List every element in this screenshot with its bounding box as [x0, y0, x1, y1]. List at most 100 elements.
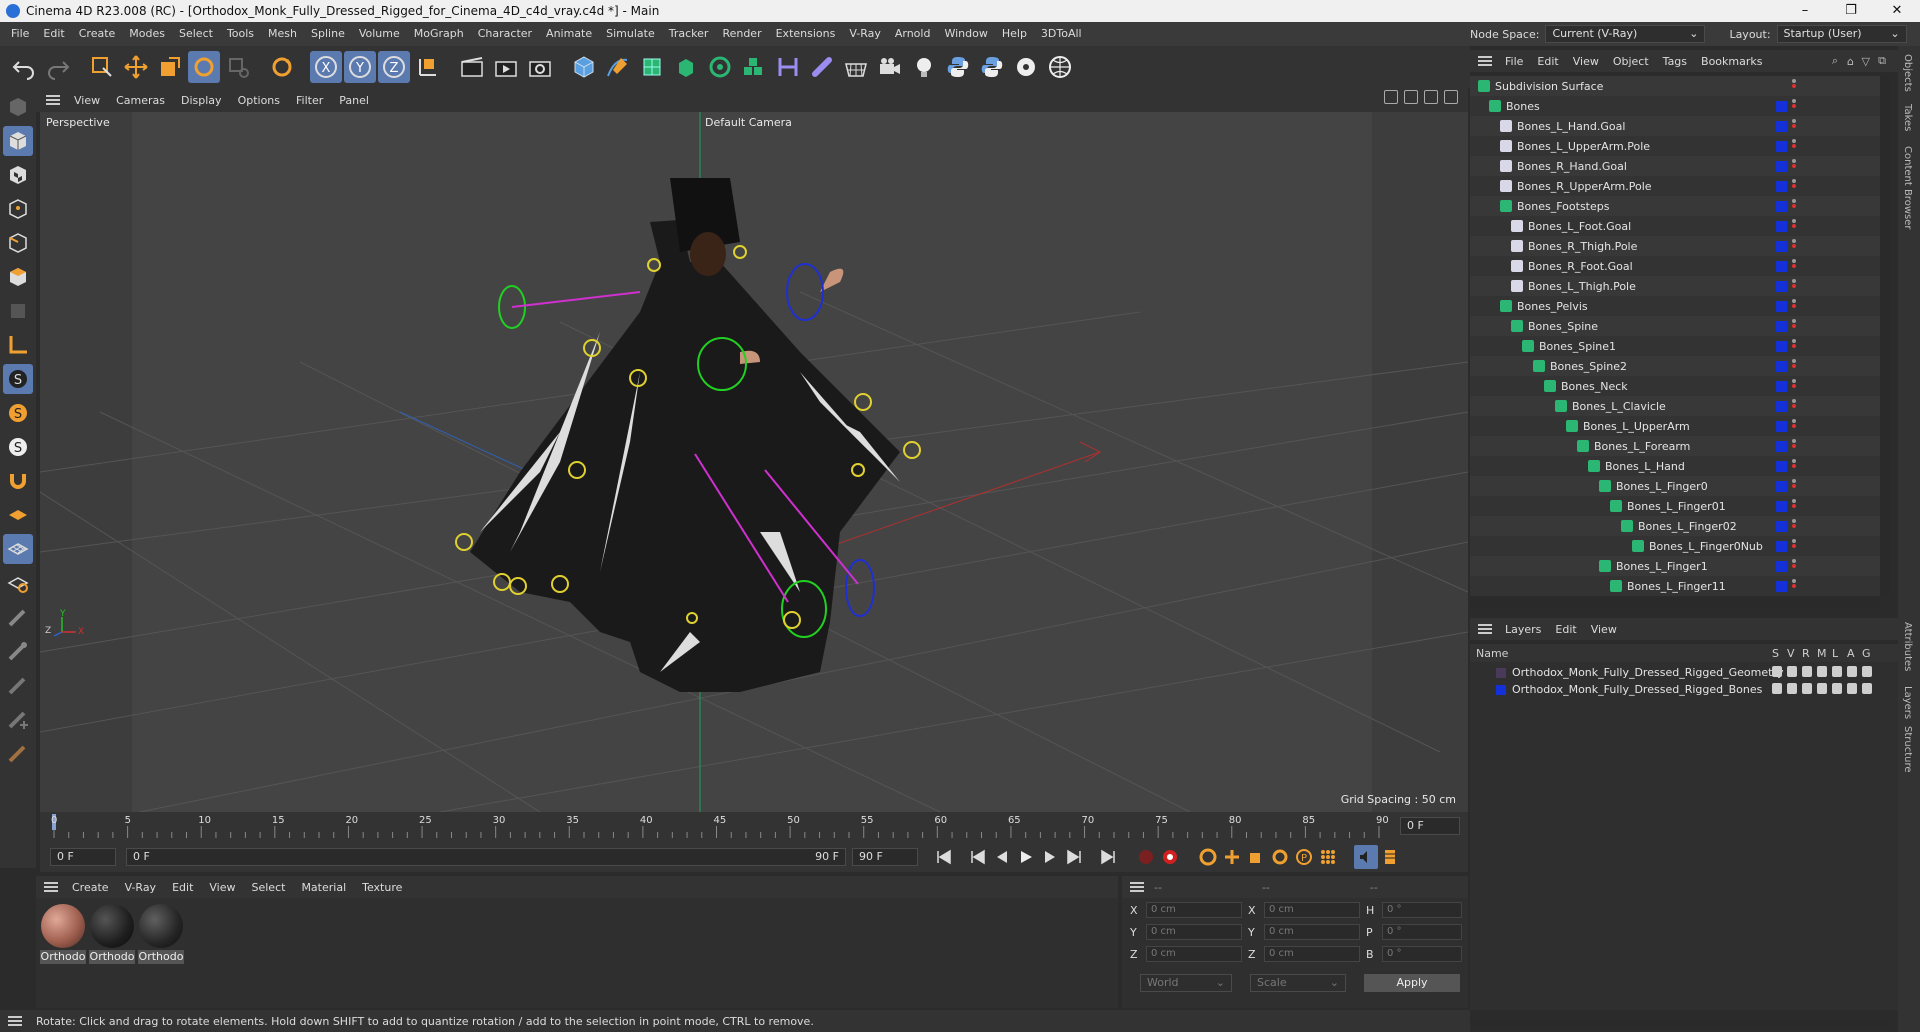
- visibility-dots[interactable]: [1792, 219, 1796, 233]
- visibility-dots[interactable]: [1792, 159, 1796, 173]
- python-script-button[interactable]: [942, 51, 974, 83]
- menu-animate[interactable]: Animate: [539, 22, 599, 46]
- active-camera-label[interactable]: Default Camera: [705, 116, 792, 129]
- keyframe-selection-button[interactable]: [1196, 845, 1220, 869]
- key-parameter-button[interactable]: P: [1292, 845, 1316, 869]
- layer-color-tag[interactable]: [1776, 261, 1787, 272]
- menu-tools[interactable]: Tools: [220, 22, 261, 46]
- layer-row[interactable]: Orthodox_Monk_Fully_Dressed_Rigged_Geome…: [1470, 664, 1898, 681]
- visibility-dots[interactable]: [1792, 79, 1796, 93]
- soft-selection-button[interactable]: [3, 466, 33, 496]
- light-button[interactable]: [908, 51, 940, 83]
- layer-color-tag[interactable]: [1776, 121, 1787, 132]
- visibility-dots[interactable]: [1792, 319, 1796, 333]
- eye-icon[interactable]: [1787, 666, 1797, 677]
- layer-row[interactable]: Orthodox_Monk_Fully_Dressed_Rigged_Bones: [1470, 681, 1898, 698]
- floor-button[interactable]: [840, 51, 872, 83]
- minimize-button[interactable]: –: [1782, 0, 1828, 22]
- layout-dropdown[interactable]: Startup (User) ⌄: [1776, 25, 1907, 43]
- object-menu-view[interactable]: View: [1566, 55, 1606, 68]
- generator-toggle[interactable]: [1862, 683, 1872, 694]
- tab-content-browser[interactable]: Content Browser: [1902, 146, 1913, 229]
- layer-color-tag[interactable]: [1776, 541, 1787, 552]
- y-axis-lock-button[interactable]: Y: [344, 51, 376, 83]
- weight-tool-button[interactable]: [3, 704, 33, 734]
- object-menu-tags[interactable]: Tags: [1656, 55, 1694, 68]
- object-tree-hscrollbar[interactable]: [1470, 598, 1880, 608]
- play-button[interactable]: [1014, 845, 1038, 869]
- object-tree-row[interactable]: Bones_Spine2: [1470, 356, 1880, 376]
- layer-color-tag[interactable]: [1776, 581, 1787, 592]
- material-menu-material[interactable]: Material: [293, 881, 354, 894]
- material-swatch[interactable]: Orthodo: [40, 904, 86, 964]
- render-view-button[interactable]: [456, 51, 488, 83]
- settings-button[interactable]: [1010, 51, 1042, 83]
- subdivision-surface-button[interactable]: [636, 51, 668, 83]
- tab-attributes[interactable]: Attributes: [1902, 622, 1913, 671]
- layer-menu-layers[interactable]: Layers: [1498, 623, 1548, 636]
- layer-color-tag[interactable]: [1776, 201, 1787, 212]
- grid-button[interactable]: [3, 534, 33, 564]
- layer-color-tag[interactable]: [1776, 101, 1787, 112]
- object-tree-row[interactable]: Bones_R_UpperArm.Pole: [1470, 176, 1880, 196]
- visibility-dots[interactable]: [1792, 539, 1796, 553]
- close-button[interactable]: ✕: [1874, 0, 1920, 22]
- visibility-dots[interactable]: [1792, 199, 1796, 213]
- visibility-dots[interactable]: [1792, 279, 1796, 293]
- layer-color-tag[interactable]: [1776, 481, 1787, 492]
- menu-tracker[interactable]: Tracker: [662, 22, 716, 46]
- object-tree-row[interactable]: Bones_L_Hand.Goal: [1470, 116, 1880, 136]
- python-console-button[interactable]: [976, 51, 1008, 83]
- maximize-button[interactable]: ❐: [1828, 0, 1874, 22]
- snap-settings-button[interactable]: S: [3, 398, 33, 428]
- render-picture-viewer-button[interactable]: [490, 51, 522, 83]
- start-frame-field[interactable]: 0 F: [50, 848, 116, 866]
- texture-mode-button[interactable]: [3, 160, 33, 190]
- object-tree-row[interactable]: Bones_L_Thigh.Pole: [1470, 276, 1880, 296]
- object-tree-row[interactable]: Bones_L_Finger0: [1470, 476, 1880, 496]
- key-position-button[interactable]: [1220, 845, 1244, 869]
- viewport-menu-options[interactable]: Options: [230, 94, 288, 107]
- recent-tool-button[interactable]: [222, 51, 254, 83]
- end-frame-field[interactable]: 90 F: [852, 848, 918, 866]
- x-axis-lock-button[interactable]: X: [310, 51, 342, 83]
- menu-modes[interactable]: Modes: [122, 22, 172, 46]
- z-axis-lock-button[interactable]: Z: [378, 51, 410, 83]
- object-tree-scrollbar[interactable]: [1880, 76, 1890, 596]
- visibility-dots[interactable]: [1792, 359, 1796, 373]
- object-tree-row[interactable]: Bones_L_Finger01: [1470, 496, 1880, 516]
- locked-workplane-button[interactable]: [3, 568, 33, 598]
- layer-color-tag[interactable]: [1776, 381, 1787, 392]
- object-menu-object[interactable]: Object: [1606, 55, 1656, 68]
- go-to-start-button[interactable]: [932, 845, 956, 869]
- animation-toggle[interactable]: [1847, 666, 1857, 677]
- layer-hscrollbar[interactable]: [1470, 1018, 1890, 1026]
- material-menu-create[interactable]: Create: [64, 881, 117, 894]
- object-tree-row[interactable]: Bones_L_Finger0Nub: [1470, 536, 1880, 556]
- layer-color-tag[interactable]: [1776, 521, 1787, 532]
- menu-spline[interactable]: Spline: [304, 22, 352, 46]
- coordinate-system-button[interactable]: [412, 51, 444, 83]
- search-icon[interactable]: ⌕: [1832, 54, 1838, 68]
- cloner-button[interactable]: [704, 51, 736, 83]
- timeline-ruler[interactable]: 0 5 10 15 20 25 30 35 40 45 50 55 60 65 70 75 80 85 90 0 F: [40, 812, 1468, 842]
- object-tree-row[interactable]: Bones_L_UpperArm.Pole: [1470, 136, 1880, 156]
- object-tree-row[interactable]: Bones_Footsteps: [1470, 196, 1880, 216]
- layer-color-tag[interactable]: [1776, 421, 1787, 432]
- rotate-snap-button[interactable]: [266, 51, 298, 83]
- status-menu-icon[interactable]: [8, 1016, 22, 1026]
- layer-color-tag[interactable]: [1776, 561, 1787, 572]
- make-editable-button[interactable]: [3, 92, 33, 122]
- object-tree-row[interactable]: Bones_Spine: [1470, 316, 1880, 336]
- layer-color-tag[interactable]: [1776, 341, 1787, 352]
- previous-key-button[interactable]: [966, 845, 990, 869]
- undo-button[interactable]: [8, 51, 40, 83]
- visibility-dots[interactable]: [1792, 499, 1796, 513]
- web-button[interactable]: [1044, 51, 1076, 83]
- manager-toggle[interactable]: [1817, 666, 1827, 677]
- snap-button[interactable]: S: [3, 364, 33, 394]
- menu-extensions[interactable]: Extensions: [769, 22, 843, 46]
- object-tree-row[interactable]: Subdivision Surface: [1470, 76, 1880, 96]
- key-pla-button[interactable]: [1316, 845, 1340, 869]
- material-menu-vray[interactable]: V-Ray: [117, 881, 165, 894]
